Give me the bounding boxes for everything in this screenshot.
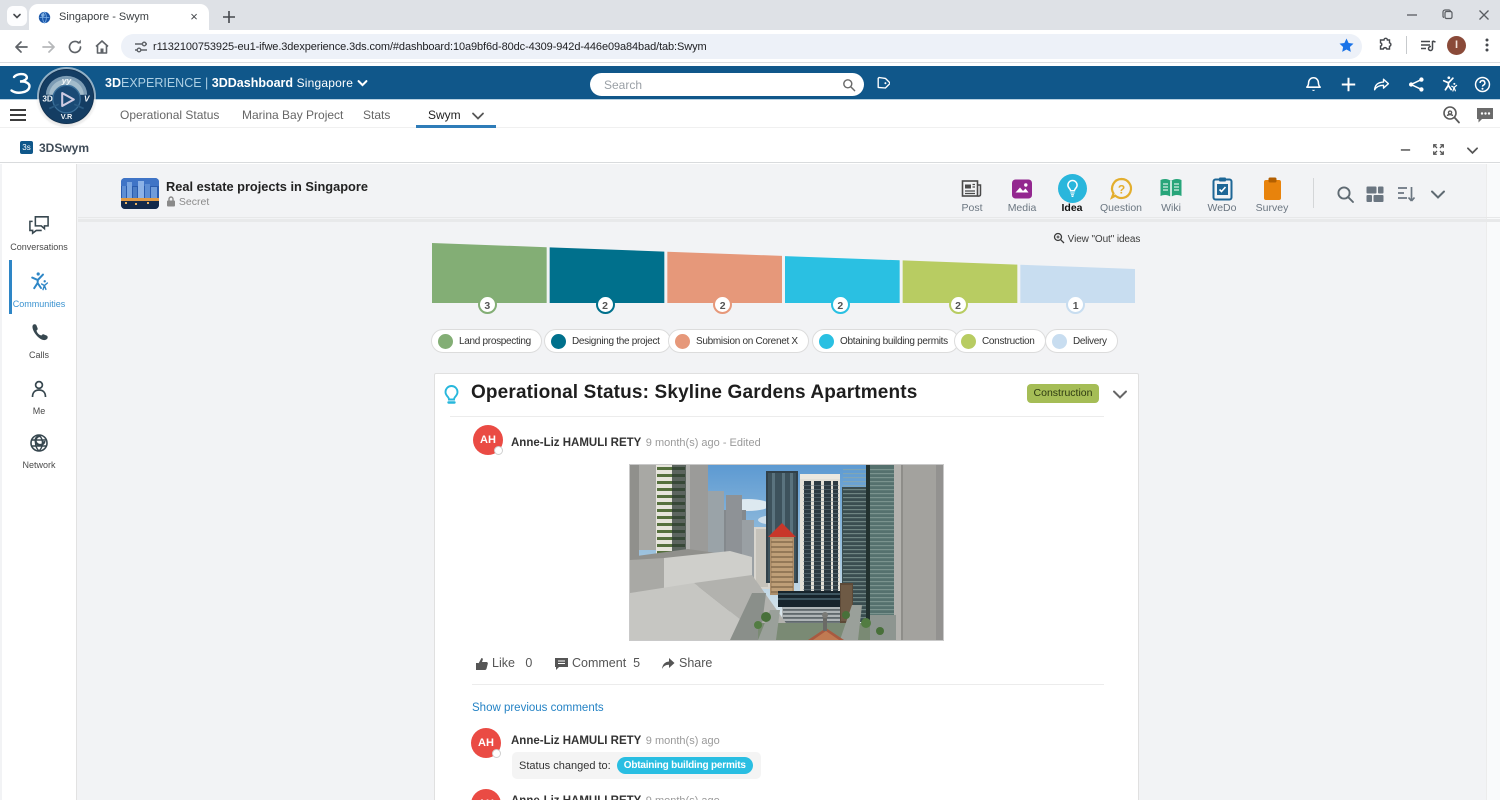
svg-text:3D: 3D [42, 95, 53, 104]
svg-text:?: ? [1117, 182, 1124, 196]
svg-text:V.R: V.R [61, 112, 73, 121]
svg-text:yy: yy [61, 76, 73, 86]
